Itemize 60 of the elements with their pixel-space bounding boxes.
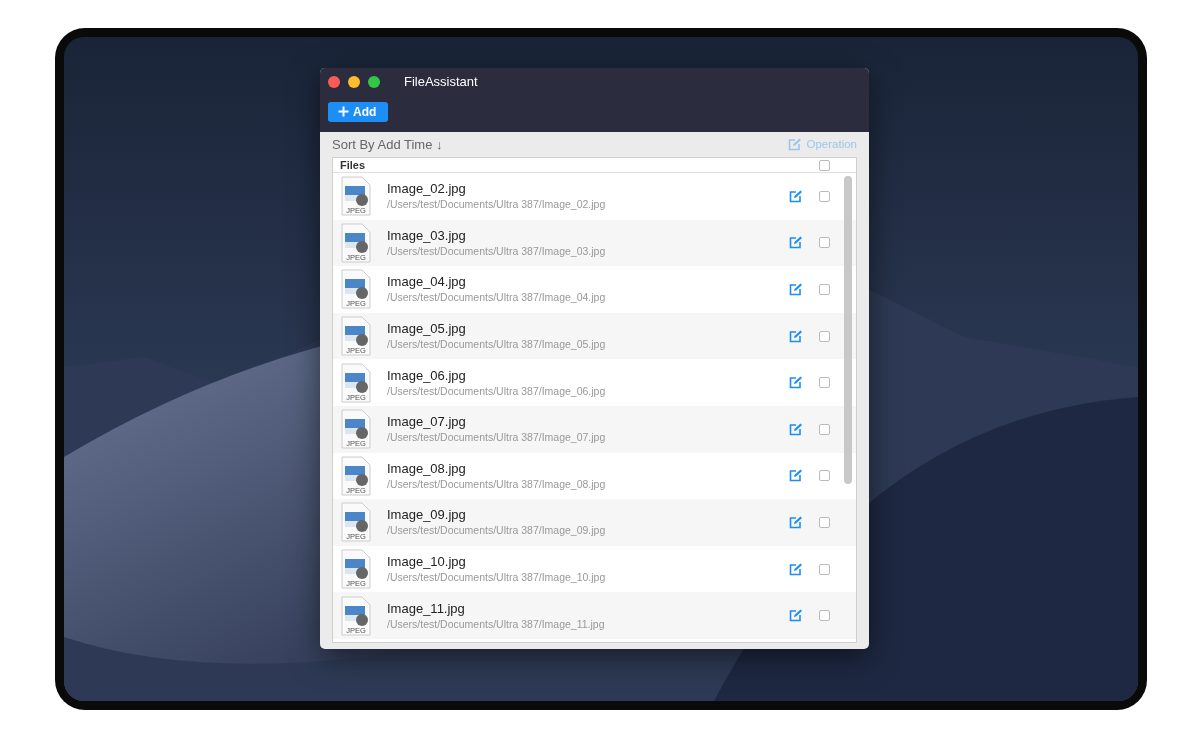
file-name: Image_05.jpg — [387, 321, 467, 338]
file-name: Image_10.jpg — [387, 554, 467, 571]
edit-button[interactable] — [789, 283, 803, 296]
row-checkbox[interactable] — [819, 470, 830, 482]
edit-button[interactable] — [789, 236, 803, 250]
row-checkbox[interactable] — [819, 563, 830, 575]
row-checkbox[interactable] — [819, 423, 830, 435]
row-checkbox[interactable] — [819, 190, 830, 202]
file-name: Image_09.jpg — [387, 507, 467, 524]
scrollbar-thumb[interactable] — [844, 176, 852, 484]
column-heading: Files — [340, 158, 366, 172]
row-checkbox[interactable] — [819, 284, 830, 295]
zoom-button[interactable] — [368, 76, 380, 88]
file-path: /Users/test/Documents/Ultra 387/Image_03.jpg — [387, 243, 607, 258]
file-path: /Users/test/Documents/Ultra 387/Image_08.jpg — [387, 476, 607, 491]
file-name: Image_07.jpg — [387, 414, 467, 431]
file-name: Image_04.jpg — [387, 274, 467, 291]
edit-icon — [789, 515, 803, 529]
file-path: /Users/test/Documents/Ultra 387/Image_04.jpg — [387, 290, 607, 305]
edit-icon — [789, 236, 803, 250]
edit-icon — [789, 562, 803, 576]
edit-icon — [788, 138, 803, 151]
row-checkbox[interactable] — [819, 237, 830, 249]
file-path: /Users/test/Documents/Ultra 387/Image_07.jpg — [387, 430, 607, 445]
edit-icon — [789, 329, 803, 343]
edit-button[interactable] — [789, 329, 803, 343]
file-path: /Users/test/Documents/Ultra 387/Image_09.jpg — [387, 523, 607, 538]
file-path: /Users/test/Documents/Ultra 387/Image_06.jpg — [387, 383, 607, 398]
file-path: /Users/test/Documents/Ultra 387/Image_05.jpg — [387, 337, 607, 352]
file-path: /Users/test/Documents/Ultra 387/Image_02.jpg — [387, 197, 607, 212]
row-checkbox[interactable] — [819, 330, 830, 342]
file-path: /Users/test/Documents/Ultra 387/Image_11.jpg — [387, 616, 606, 631]
close-button[interactable] — [328, 76, 340, 88]
edit-icon — [789, 376, 803, 390]
file-name: Image_06.jpg — [387, 367, 467, 384]
row-checkbox[interactable] — [819, 610, 830, 622]
edit-button[interactable] — [789, 189, 803, 203]
edit-icon — [789, 422, 803, 436]
file-name: Image_03.jpg — [387, 227, 467, 244]
minimize-button[interactable] — [348, 76, 360, 88]
file-name: Image_11.jpg — [387, 600, 466, 617]
edit-button[interactable] — [789, 422, 803, 436]
edit-icon — [789, 189, 803, 203]
edit-button[interactable] — [789, 515, 803, 529]
edit-button[interactable] — [789, 376, 803, 390]
edit-icon — [789, 283, 803, 296]
edit-button[interactable] — [789, 562, 803, 576]
window-title: FileAssistant — [404, 73, 478, 92]
row-checkbox[interactable] — [819, 516, 830, 528]
file-name: Image_02.jpg — [387, 181, 467, 198]
edit-icon — [789, 469, 803, 483]
file-path: /Users/test/Documents/Ultra 387/Image_10.jpg — [387, 570, 607, 585]
select-all-checkbox[interactable] — [819, 159, 830, 171]
row-checkbox[interactable] — [819, 377, 830, 389]
edit-button[interactable] — [789, 609, 803, 623]
file-name: Image_08.jpg — [387, 460, 467, 477]
plus-icon — [338, 106, 349, 117]
edit-button[interactable] — [789, 469, 803, 483]
sort-dropdown[interactable]: Sort By Add Time ↓ — [332, 134, 443, 155]
edit-icon — [789, 609, 803, 623]
